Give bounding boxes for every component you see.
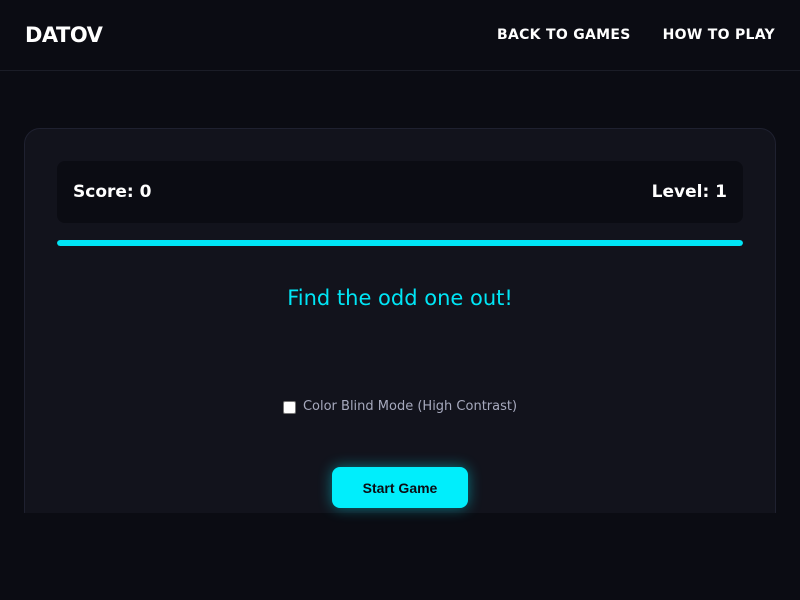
back-to-games-link[interactable]: BACK TO GAMES xyxy=(497,26,631,44)
main-nav: BACK TO GAMES HOW TO PLAY xyxy=(497,26,775,44)
score-panel: Score: 0 Level: 1 xyxy=(57,161,743,223)
timer-progress-bar xyxy=(57,240,743,246)
datov-logo[interactable]: DATOV xyxy=(25,23,103,47)
game-prompt: Find the odd one out! xyxy=(287,286,513,310)
color-blind-label[interactable]: Color Blind Mode (High Contrast) xyxy=(303,398,517,416)
how-to-play-link[interactable]: HOW TO PLAY xyxy=(663,26,775,44)
color-blind-checkbox[interactable] xyxy=(282,400,296,414)
page-background xyxy=(0,513,800,600)
color-blind-mode-toggle[interactable]: Color Blind Mode (High Contrast) xyxy=(0,398,800,416)
timer-progress-fill xyxy=(57,240,743,246)
top-navbar: DATOV BACK TO GAMES HOW TO PLAY xyxy=(0,0,800,71)
score-display: Score: 0 xyxy=(73,182,152,202)
level-display: Level: 1 xyxy=(651,182,727,202)
start-game-button[interactable]: Start Game xyxy=(332,467,468,508)
